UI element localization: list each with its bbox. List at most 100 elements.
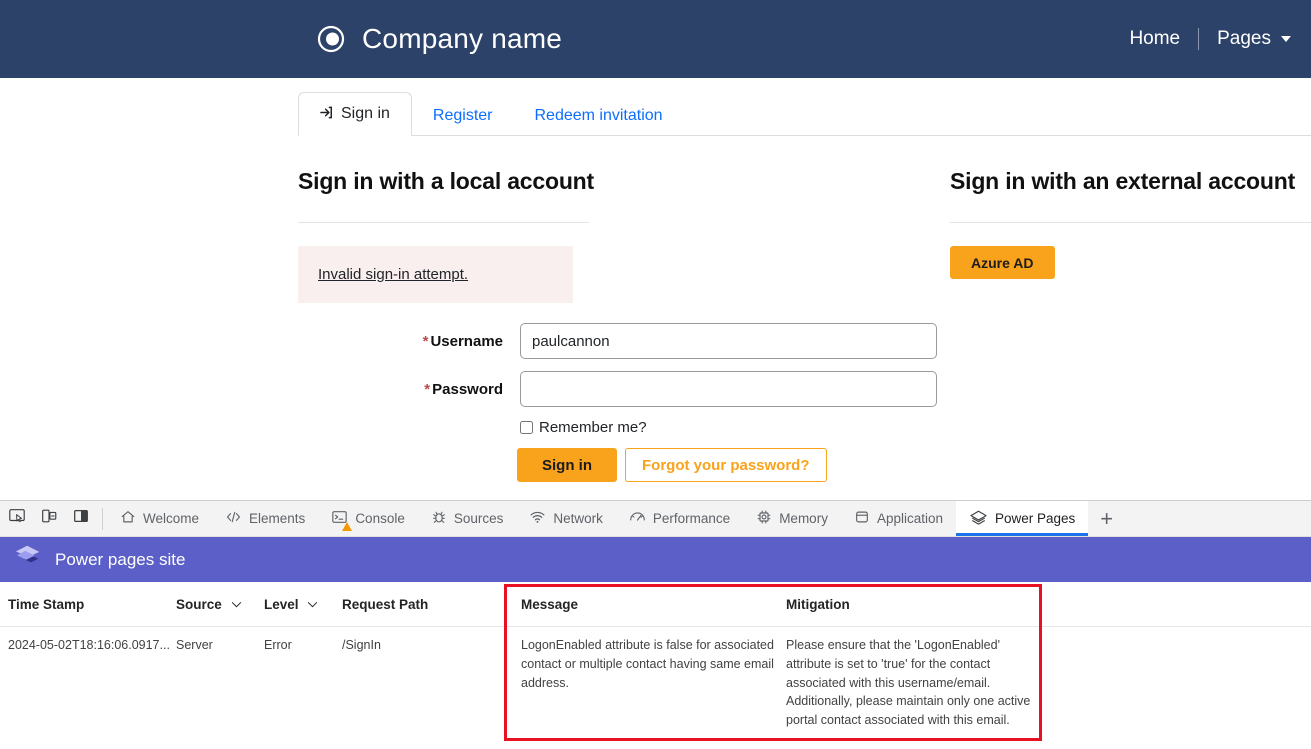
devtools-tab-label: Welcome [143,511,199,526]
chip-icon [756,509,772,528]
devtools-panel: Welcome Elements Console [0,500,1311,749]
username-row: *Username [298,323,950,359]
local-account-divider [298,222,589,223]
cell-message: LogonEnabled attribute is false for asso… [507,636,777,692]
devtools-tabstrip: Welcome Elements Console [107,501,1125,536]
console-warning-badge [342,522,352,531]
power-pages-banner-title: Power pages site [55,550,185,570]
devtools-tab-sources[interactable]: Sources [418,501,517,536]
brand[interactable]: Company name [316,23,562,55]
devtools-tab-memory[interactable]: Memory [743,501,841,536]
devtools-tab-label: Network [553,511,603,526]
column-header-mitigation[interactable]: Mitigation [777,597,1035,612]
password-row: *Password [298,371,950,407]
devtools-tab-label: Memory [779,511,828,526]
signin-error-message[interactable]: Invalid sign-in attempt. [318,266,468,283]
column-header-level[interactable]: Level [264,596,342,612]
local-account-panel: Sign in with a local account Invalid sig… [0,150,950,482]
tab-register[interactable]: Register [412,95,514,135]
navbar-links: Home Pages [1111,28,1297,50]
devtools-tool-icons [0,501,102,536]
devtools-tab-application[interactable]: Application [841,501,956,536]
console-terminal-icon [331,509,348,528]
power-pages-banner: Power pages site [0,537,1311,582]
nav-link-pages[interactable]: Pages [1199,28,1289,50]
code-brackets-icon [225,509,242,528]
required-marker: * [424,381,430,398]
devtools-tab-label: Sources [454,511,504,526]
password-label: *Password [298,381,520,398]
devtools-toolbar: Welcome Elements Console [0,501,1311,537]
external-account-panel: Sign in with an external account Azure A… [950,150,1311,482]
devtools-tab-performance[interactable]: Performance [616,501,743,536]
remember-me-checkbox[interactable] [520,421,533,434]
add-devtools-tab-button[interactable]: + [1088,501,1125,536]
dock-side-icon[interactable] [72,507,90,530]
forgot-password-button[interactable]: Forgot your password? [625,448,827,482]
wifi-icon [529,509,546,528]
signin-columns: Sign in with a local account Invalid sig… [0,150,1311,482]
column-header-message[interactable]: Message [507,597,777,612]
tab-sign-in[interactable]: Sign in [298,92,412,136]
password-label-text: Password [432,381,503,398]
cell-level: Error [264,636,342,655]
required-marker: * [423,333,429,350]
devtools-tab-network[interactable]: Network [516,501,616,536]
power-pages-log-table: Time Stamp Source Level Request Path Mes… [0,582,1311,730]
cell-time-stamp: 2024-05-02T18:16:06.0917... [0,636,176,655]
column-header-source-label: Source [176,597,222,612]
signin-actions: Sign in Forgot your password? [517,448,950,482]
database-icon [854,509,870,528]
signin-page: Sign in Register Redeem invitation Sign … [0,78,1311,500]
devtools-tab-console[interactable]: Console [318,501,418,536]
signin-error-alert: Invalid sign-in attempt. [298,246,573,303]
devtools-tab-label: Elements [249,511,305,526]
chevron-down-icon[interactable] [307,596,318,611]
tab-sign-in-label: Sign in [341,105,390,122]
signin-tabstrip: Sign in Register Redeem invitation [298,92,1311,136]
devtools-tab-elements[interactable]: Elements [212,501,318,536]
nav-link-home[interactable]: Home [1111,28,1198,50]
devtools-tab-label: Performance [653,511,730,526]
external-account-divider [950,222,1311,223]
power-pages-layers-icon [14,543,44,576]
column-header-time-stamp[interactable]: Time Stamp [0,597,176,612]
device-toolbar-icon[interactable] [40,507,58,530]
password-input[interactable] [520,371,937,407]
devtools-tab-welcome[interactable]: Welcome [107,501,212,536]
username-label: *Username [298,333,520,350]
circle-target-icon [316,24,346,54]
column-header-source[interactable]: Source [176,596,264,612]
toolbar-divider [102,508,103,530]
bug-icon [431,509,447,528]
table-row[interactable]: 2024-05-02T18:16:06.0917... Server Error… [0,627,1311,730]
devtools-tab-label: Power Pages [995,511,1075,526]
devtools-tab-label: Application [877,511,943,526]
home-icon [120,509,136,528]
column-header-level-label: Level [264,597,299,612]
cell-request-path: /SignIn [342,636,507,655]
tab-redeem-invitation[interactable]: Redeem invitation [514,95,684,135]
table-header-row: Time Stamp Source Level Request Path Mes… [0,582,1311,627]
local-account-title: Sign in with a local account [298,150,950,195]
username-label-text: Username [430,333,503,350]
sign-in-button[interactable]: Sign in [517,448,617,482]
azure-ad-button[interactable]: Azure AD [950,246,1055,279]
site-navbar: Company name Home Pages [0,0,1311,78]
cell-mitigation: Please ensure that the 'LogonEnabled' at… [777,636,1035,730]
remember-me-label[interactable]: Remember me? [539,419,647,436]
power-pages-layers-icon [969,509,988,529]
signin-form: *Username *Password Remember me? Sign in [298,323,950,482]
devtools-tab-power-pages[interactable]: Power Pages [956,501,1088,536]
chevron-down-icon[interactable] [231,596,242,611]
external-account-title: Sign in with an external account [950,150,1311,195]
remember-me-row: Remember me? [520,419,950,436]
sign-in-arrow-icon [320,105,335,125]
devtools-tab-label: Console [355,511,405,526]
column-header-request-path[interactable]: Request Path [342,597,507,612]
inspect-element-icon[interactable] [8,507,26,530]
brand-name: Company name [362,23,562,55]
chevron-down-icon[interactable] [1281,36,1291,42]
username-input[interactable] [520,323,937,359]
gauge-icon [629,509,646,528]
